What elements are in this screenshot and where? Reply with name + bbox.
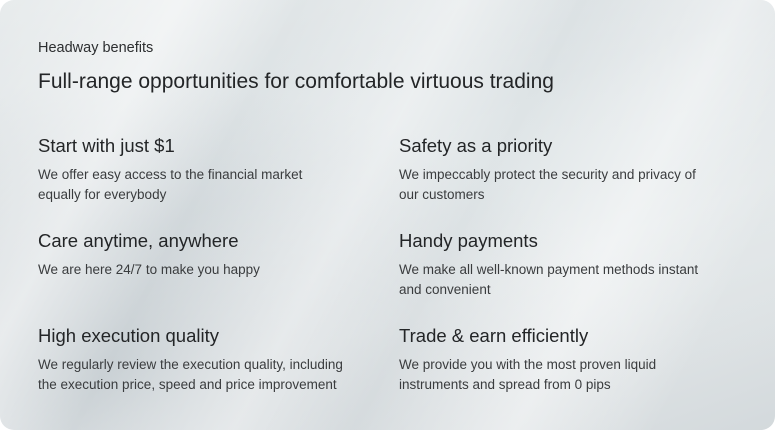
section-headline: Full-range opportunities for comfortable…	[38, 70, 554, 93]
benefit-safety: Safety as a priority We impeccably prote…	[399, 133, 738, 228]
benefit-description: We regularly review the execution qualit…	[38, 357, 343, 392]
benefit-title: Care anytime, anywhere	[38, 230, 239, 251]
benefit-description: We provide you with the most proven liqu…	[399, 357, 657, 392]
benefits-grid: Start with just $1 We offer easy access …	[38, 133, 738, 418]
benefit-title: Trade & earn efficiently	[399, 325, 589, 346]
benefit-description: We make all well-known payment methods i…	[399, 262, 699, 297]
benefits-card: Headway benefits Full-range opportunitie…	[0, 0, 775, 430]
benefit-description: We are here 24/7 to make you happy	[38, 262, 260, 277]
benefit-execution: High execution quality We regularly revi…	[38, 323, 399, 418]
benefit-payments: Handy payments We make all well-known pa…	[399, 228, 738, 323]
benefit-trade-earn: Trade & earn efficiently We provide you …	[399, 323, 738, 418]
section-eyebrow: Headway benefits	[38, 40, 154, 56]
benefit-description: We offer easy access to the financial ma…	[38, 167, 303, 202]
benefit-title: Safety as a priority	[399, 135, 553, 156]
benefit-start-with-1: Start with just $1 We offer easy access …	[38, 133, 399, 228]
benefit-title: High execution quality	[38, 325, 219, 346]
benefit-title: Start with just $1	[38, 135, 175, 156]
benefit-title: Handy payments	[399, 230, 538, 251]
benefit-care: Care anytime, anywhere We are here 24/7 …	[38, 228, 399, 323]
benefit-description: We impeccably protect the security and p…	[399, 167, 696, 202]
